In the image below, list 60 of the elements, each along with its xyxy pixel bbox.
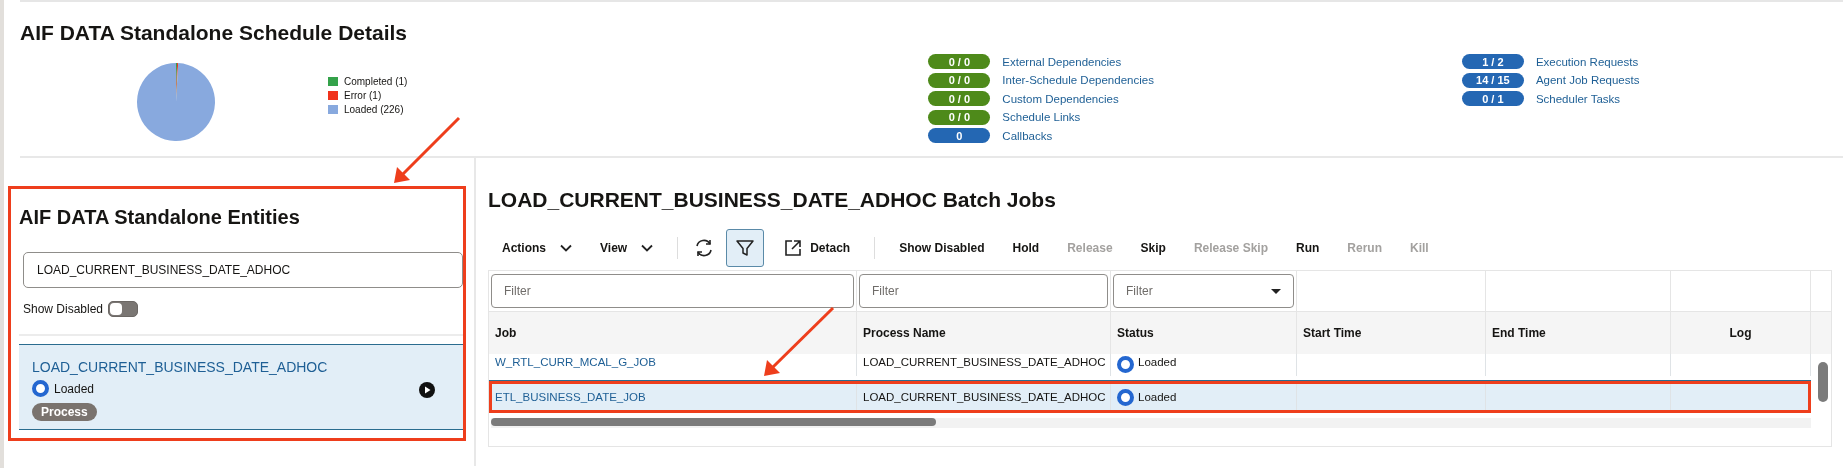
request-link[interactable]: Scheduler Tasks bbox=[1535, 92, 1621, 105]
count-badge: 14 / 15 bbox=[1461, 72, 1524, 88]
filter-button[interactable] bbox=[726, 229, 765, 267]
section-title: LOAD_CURRENT_BUSINESS_DATE_ADHOC Batch Jobs bbox=[488, 188, 1057, 212]
legend-label: Loaded (226) bbox=[344, 104, 404, 115]
entity-name: LOAD_CURRENT_BUSINESS_DATE_ADHOC bbox=[32, 359, 329, 375]
toggle-switch[interactable] bbox=[108, 301, 139, 317]
detach-button[interactable]: Detach bbox=[770, 233, 865, 263]
toolbar-button[interactable]: Skip bbox=[1126, 233, 1180, 263]
request-link[interactable]: Execution Requests bbox=[1535, 55, 1639, 68]
status-label: Loaded bbox=[1138, 391, 1177, 403]
status-icon bbox=[32, 380, 49, 397]
refresh-icon[interactable] bbox=[694, 238, 715, 258]
detach-icon bbox=[784, 239, 803, 257]
scrollbar-thumb[interactable] bbox=[491, 418, 936, 426]
dependency-link[interactable]: External Dependencies bbox=[1002, 55, 1122, 68]
toolbar-button[interactable]: Run bbox=[1281, 233, 1334, 263]
menu-button[interactable]: View bbox=[586, 233, 668, 263]
count-badge: 0 / 0 bbox=[928, 54, 991, 70]
status-label: Loaded bbox=[54, 381, 95, 396]
table-cell: LOAD_CURRENT_BUSINESS_DATE_ADHOC bbox=[863, 356, 1106, 368]
annotation-arrow bbox=[764, 306, 835, 376]
count-badge: 0 / 0 bbox=[928, 109, 991, 125]
toolbar-button[interactable]: Show Disabled bbox=[885, 233, 999, 263]
dependency-link[interactable]: Custom Dependencies bbox=[1002, 92, 1119, 105]
count-badge: 1 / 2 bbox=[1461, 54, 1524, 70]
annotation-arrow bbox=[394, 116, 461, 183]
entity-card[interactable]: LOAD_CURRENT_BUSINESS_DATE_ADHOC Loaded Process bbox=[19, 344, 463, 430]
request-link[interactable]: Agent Job Requests bbox=[1535, 74, 1640, 87]
search-field[interactable]: LOAD_CURRENT_BUSINESS_DATE_ADHOC bbox=[23, 252, 463, 288]
status-icon bbox=[1117, 388, 1134, 406]
toggle-label: Show Disabled bbox=[23, 302, 104, 316]
status-icon bbox=[1117, 356, 1134, 373]
menu-button[interactable]: Actions bbox=[488, 233, 586, 263]
status-label: Loaded bbox=[1138, 356, 1177, 368]
toolbar-button[interactable]: Hold bbox=[998, 233, 1054, 263]
filter-field[interactable]: Filter bbox=[491, 274, 854, 308]
dependency-link[interactable]: Schedule Links bbox=[1002, 111, 1081, 124]
dependency-link[interactable]: Callbacks bbox=[1002, 129, 1053, 142]
count-badge: 0 bbox=[928, 128, 991, 144]
caret-icon bbox=[560, 244, 572, 252]
caret-icon bbox=[641, 244, 654, 252]
job-link[interactable]: ETL_BUSINESS_DATE_JOB bbox=[495, 391, 646, 403]
legend-label: Completed (1) bbox=[344, 76, 408, 87]
job-link[interactable]: W_RTL_CURR_MCAL_G_JOB bbox=[495, 356, 656, 368]
scrollbar-thumb[interactable] bbox=[1818, 362, 1828, 402]
filter-dropdown[interactable]: Filter bbox=[1113, 274, 1294, 308]
legend-label: Error (1) bbox=[344, 90, 382, 101]
filter-icon bbox=[735, 238, 756, 258]
section-title: AIF DATA Standalone Entities bbox=[19, 205, 301, 229]
count-badge: 0 / 0 bbox=[928, 72, 991, 88]
table-cell: LOAD_CURRENT_BUSINESS_DATE_ADHOC bbox=[863, 391, 1106, 403]
play-icon[interactable] bbox=[419, 382, 435, 398]
table-row[interactable]: ETL_BUSINESS_DATE_JOB LOAD_CURRENT_BUSINESS_DATE_ADHOC Loaded bbox=[489, 380, 1811, 413]
count-badge: 0 / 0 bbox=[928, 91, 991, 107]
page-title: AIF DATA Standalone Schedule Details bbox=[20, 20, 408, 45]
process-tag: Process bbox=[32, 403, 97, 421]
filter-field[interactable]: Filter bbox=[859, 274, 1108, 308]
dependency-link[interactable]: Inter-Schedule Dependencies bbox=[1002, 74, 1154, 87]
count-badge: 0 / 1 bbox=[1461, 91, 1524, 107]
